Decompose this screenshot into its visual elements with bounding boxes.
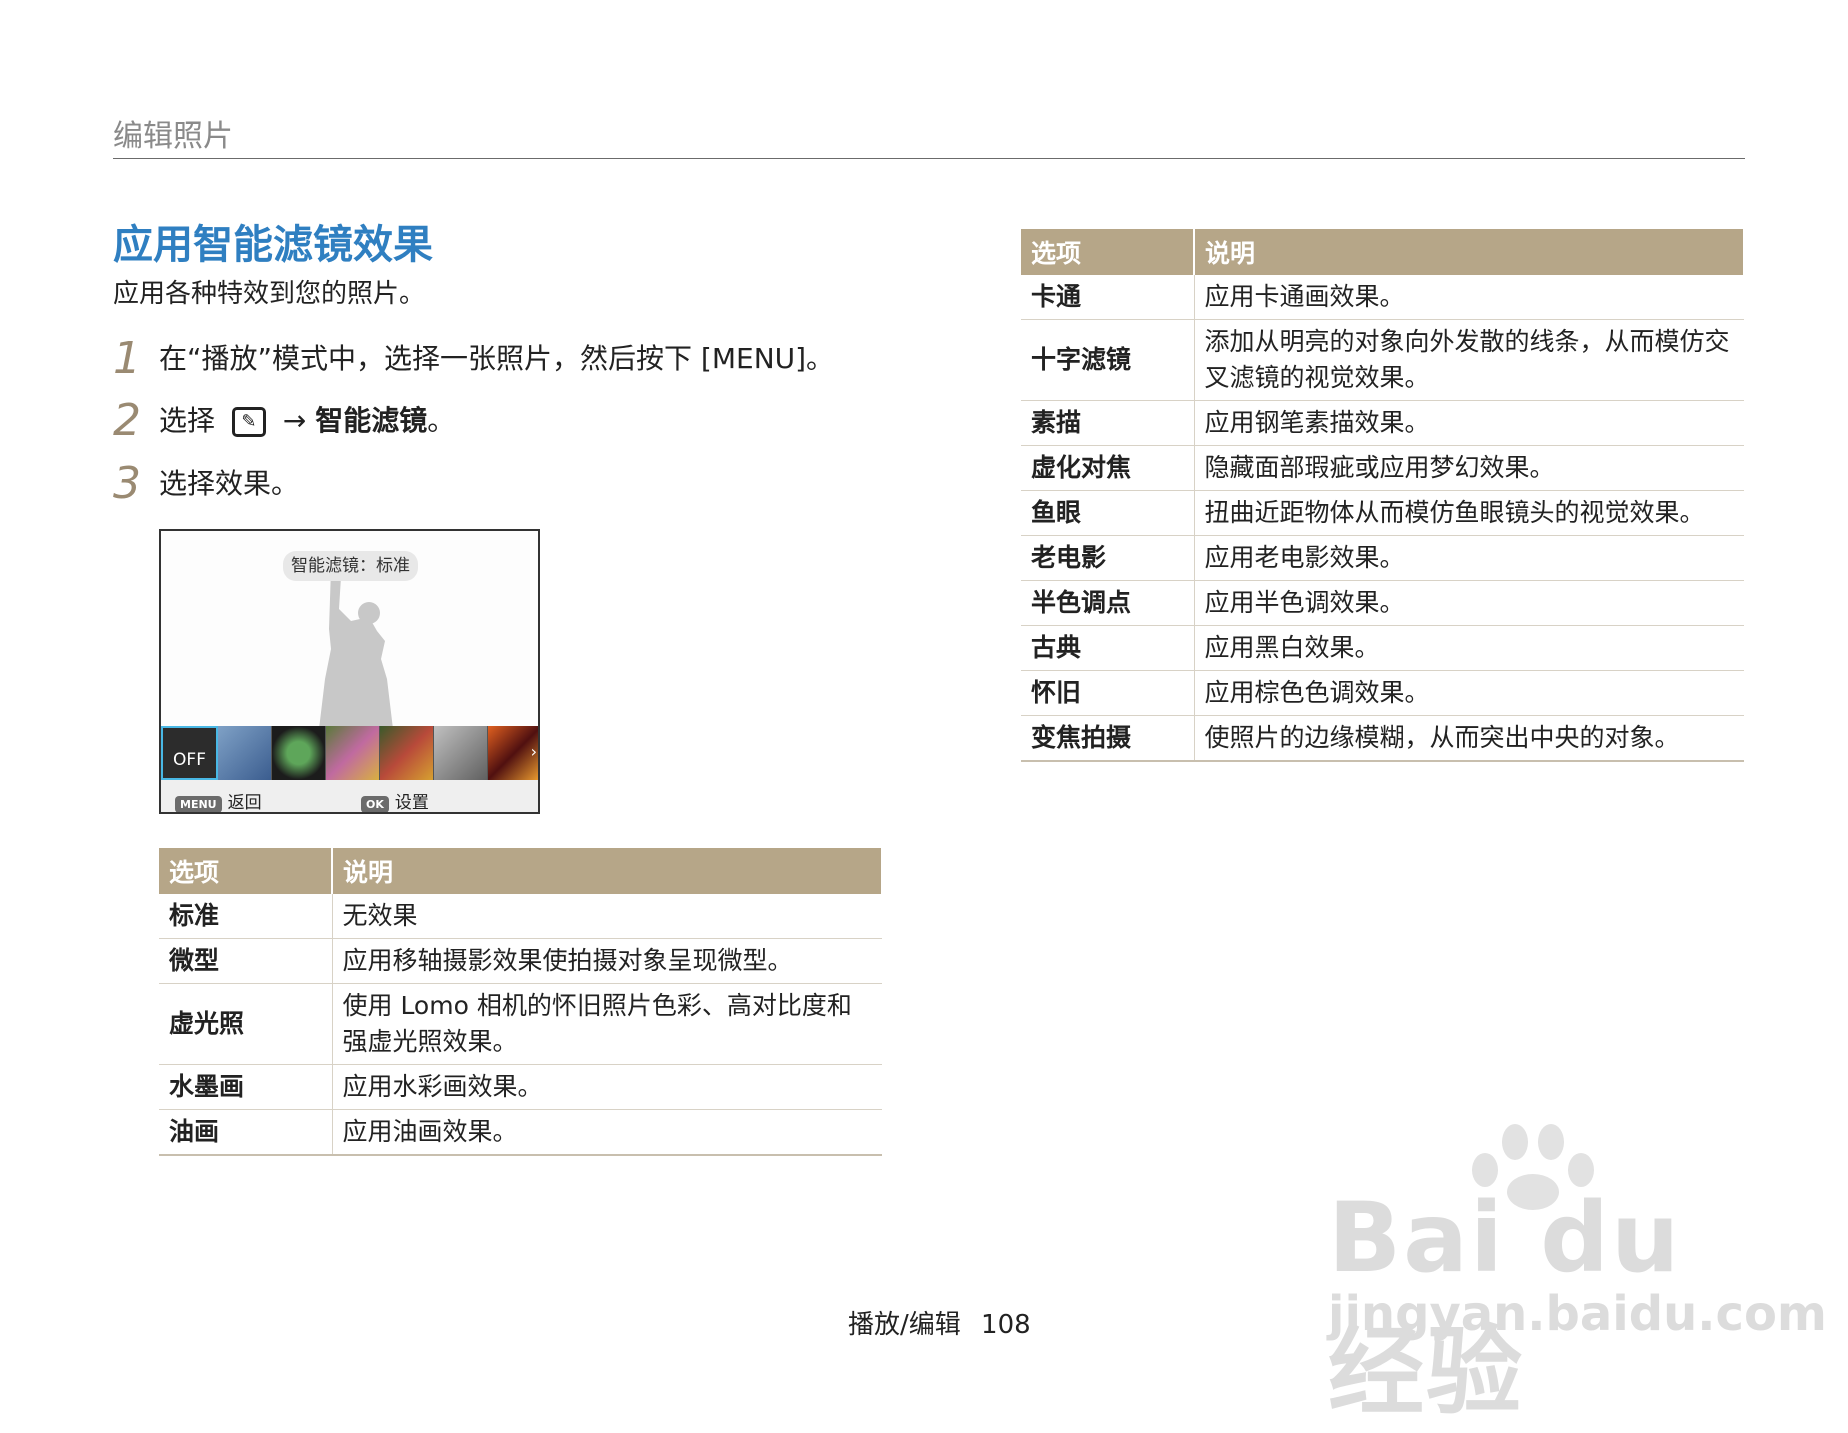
option-desc: 添加从明亮的对象向外发散的线条，从而模仿交叉滤镜的视觉效果。: [1194, 319, 1744, 401]
option-name: 水墨画: [159, 1064, 333, 1110]
option-desc: 应用水彩画效果。: [332, 1064, 882, 1110]
option-name: 虚化对焦: [1021, 445, 1195, 491]
col-header-description: 说明: [332, 848, 883, 894]
step-prefix: 选择: [159, 404, 216, 437]
menu-hint: MENU 返回: [175, 788, 262, 813]
option-name: 十字滤镜: [1021, 319, 1195, 401]
option-name: 半色调点: [1021, 580, 1195, 626]
table-row: 素描 应用钢笔素描效果。: [1021, 400, 1744, 446]
table-row: 水墨画 应用水彩画效果。: [159, 1064, 882, 1110]
option-name: 油画: [159, 1109, 333, 1156]
step-text: 选择效果。: [159, 467, 300, 500]
options-table-left: 选项 说明 标准 无效果 微型 应用移轴摄影效果使拍摄对象呈现微型。 虚光照 使用 L…: [159, 848, 883, 1156]
step-text: 选择 ✎ → 智能滤镜。: [159, 401, 455, 441]
col-header-option: 选项: [159, 848, 333, 894]
baidu-watermark: Bai du 经验 jingyan.baidu.com: [1318, 1120, 1827, 1428]
option-name: 虚光照: [159, 983, 333, 1065]
table-row: 虚化对焦 隐藏面部瑕疵或应用梦幻效果。: [1021, 445, 1744, 491]
option-desc: 应用卡通画效果。: [1194, 275, 1744, 320]
option-desc: 无效果: [332, 894, 882, 939]
filter-thumb-oil[interactable]: [380, 726, 434, 780]
ok-hint: OK 设置: [361, 788, 429, 813]
option-name: 素描: [1021, 400, 1195, 446]
option-desc: 使照片的边缘模糊，从而突出中央的对象。: [1194, 715, 1744, 762]
ok-action: 设置: [394, 793, 429, 813]
table-row: 古典 应用黑白效果。: [1021, 625, 1744, 671]
option-desc: 扭曲近距物体从而模仿鱼眼镜头的视觉效果。: [1194, 490, 1744, 536]
options-table-right: 选项 说明 卡通 应用卡通画效果。 十字滤镜 添加从明亮的对象向外发散的线条，从而模…: [1021, 229, 1745, 762]
watermark-url: jingyan.baidu.com: [1328, 1286, 1827, 1342]
option-desc: 应用老电影效果。: [1194, 535, 1744, 581]
person-silhouette: [319, 569, 393, 729]
filter-label: 智能滤镜：标准: [283, 551, 418, 581]
step-suffix: 。: [427, 404, 456, 437]
table-row: 微型 应用移轴摄影效果使拍摄对象呈现微型。: [159, 938, 882, 984]
step-1: 1 在“播放”模式中，选择一张照片，然后按下 [MENU]。: [113, 334, 834, 384]
step-text: 在“播放”模式中，选择一张照片，然后按下 [MENU]。: [159, 342, 835, 375]
step-number: 1: [113, 333, 141, 384]
menu-action: 返回: [227, 793, 262, 813]
table-row: 老电影 应用老电影效果。: [1021, 535, 1744, 581]
camera-screen: 智能滤镜：标准 OFF › MENU 返回 OK 设置: [159, 529, 540, 814]
table-row: 十字滤镜 添加从明亮的对象向外发散的线条，从而模仿交叉滤镜的视觉效果。: [1021, 319, 1744, 401]
option-name: 变焦拍摄: [1021, 715, 1195, 762]
page-footer: 播放/编辑 108: [848, 1308, 1031, 1342]
scroll-right-icon[interactable]: ›: [531, 742, 537, 761]
filter-thumb-cross[interactable]: ›: [488, 726, 538, 780]
table-row: 怀旧 应用棕色色调效果。: [1021, 670, 1744, 716]
table-row: 变焦拍摄 使照片的边缘模糊，从而突出中央的对象。: [1021, 715, 1744, 762]
option-desc: 应用钢笔素描效果。: [1194, 400, 1744, 446]
option-name: 卡通: [1021, 275, 1195, 320]
filter-thumb-cartoon[interactable]: [434, 726, 488, 780]
option-desc: 应用移轴摄影效果使拍摄对象呈现微型。: [332, 938, 882, 984]
table-row: 鱼眼 扭曲近距物体从而模仿鱼眼镜头的视觉效果。: [1021, 490, 1744, 536]
option-desc: 应用黑白效果。: [1194, 625, 1744, 671]
option-name: 标准: [159, 894, 333, 939]
step-2: 2 选择 ✎ → 智能滤镜。: [113, 396, 455, 446]
table-row: 卡通 应用卡通画效果。: [1021, 275, 1744, 320]
option-desc: 应用油画效果。: [332, 1109, 882, 1156]
edit-icon: ✎: [231, 407, 266, 437]
page-title: 应用智能滤镜效果: [113, 222, 433, 268]
filter-thumb-off[interactable]: OFF: [161, 726, 218, 780]
option-desc: 隐藏面部瑕疵或应用梦幻效果。: [1194, 445, 1744, 491]
filter-thumb-miniature[interactable]: [218, 726, 272, 780]
filter-thumb-vignette[interactable]: [272, 726, 326, 780]
section-header: 编辑照片: [113, 118, 1745, 159]
filter-thumb-ink[interactable]: [326, 726, 380, 780]
option-name: 微型: [159, 938, 333, 984]
table-row: 标准 无效果: [159, 894, 882, 939]
step-target: 智能滤镜: [315, 404, 428, 437]
col-header-description: 说明: [1194, 229, 1745, 275]
page-number: 108: [981, 1310, 1031, 1340]
table-row: 油画 应用油画效果。: [159, 1109, 882, 1156]
camera-footer: MENU 返回 OK 设置: [161, 780, 538, 813]
table-row: 虚光照 使用 Lomo 相机的怀旧照片色彩、高对比度和强虚光照效果。: [159, 983, 882, 1065]
off-label: OFF: [173, 750, 206, 770]
intro-text: 应用各种特效到您的照片。: [113, 279, 426, 309]
menu-key: MENU: [175, 796, 222, 812]
footer-section: 播放/编辑: [848, 1310, 961, 1340]
option-name: 怀旧: [1021, 670, 1195, 716]
option-desc: 使用 Lomo 相机的怀旧照片色彩、高对比度和强虚光照效果。: [332, 983, 882, 1065]
table-row: 半色调点 应用半色调效果。: [1021, 580, 1744, 626]
step-number: 2: [113, 395, 141, 446]
option-desc: 应用半色调效果。: [1194, 580, 1744, 626]
col-header-option: 选项: [1021, 229, 1195, 275]
option-name: 鱼眼: [1021, 490, 1195, 536]
step-number: 3: [113, 458, 141, 509]
ok-key: OK: [361, 796, 389, 812]
option-name: 老电影: [1021, 535, 1195, 581]
option-name: 古典: [1021, 625, 1195, 671]
filter-strip: OFF ›: [161, 726, 538, 780]
option-desc: 应用棕色色调效果。: [1194, 670, 1744, 716]
arrow: →: [282, 404, 307, 437]
step-3: 3 选择效果。: [113, 459, 299, 509]
